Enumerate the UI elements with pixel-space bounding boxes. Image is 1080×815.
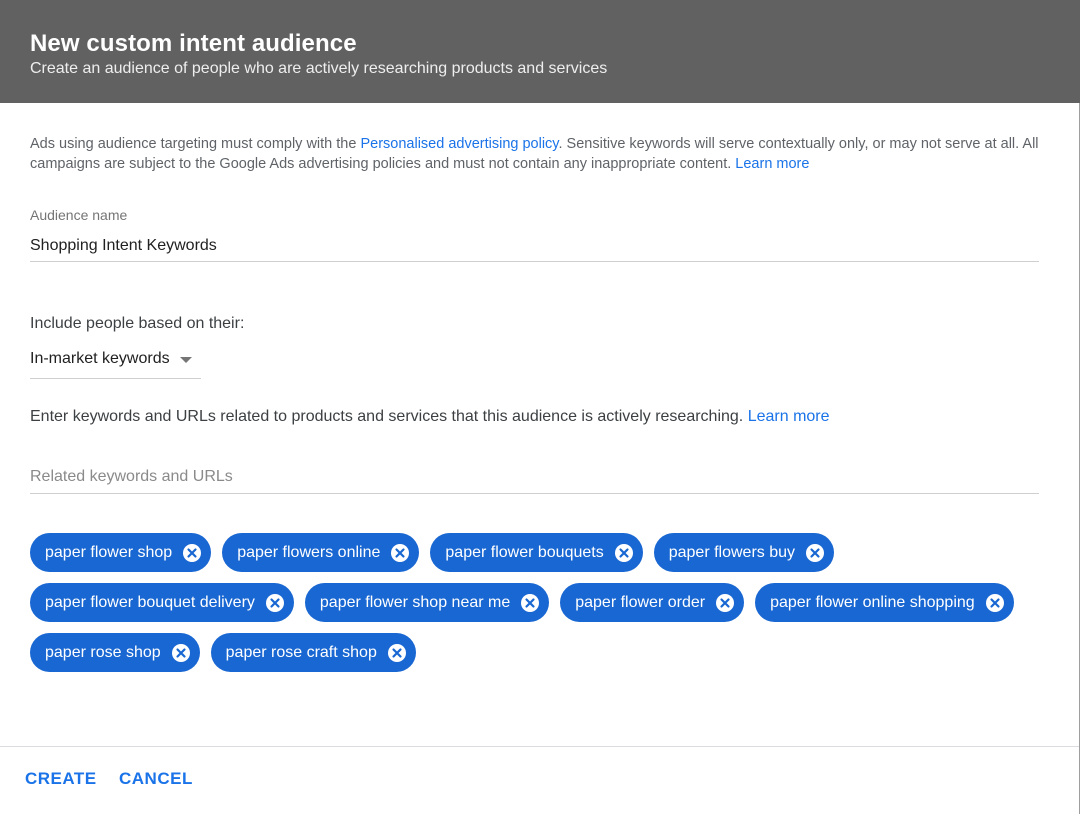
keyword-chip-label: paper flowers buy <box>668 543 796 561</box>
keyword-chip-label: paper flower shop <box>45 543 173 561</box>
keyword-chip[interactable]: paper flower shop near me <box>304 583 550 622</box>
keyword-chip-label: paper rose craft shop <box>225 643 377 661</box>
keyword-chip-label: paper flower shop near me <box>319 593 511 611</box>
include-type-selected: In-market keywords <box>30 350 170 367</box>
keyword-chip[interactable]: paper rose craft shop <box>210 633 416 672</box>
close-circle-icon[interactable] <box>390 543 410 563</box>
keywords-description-text: Enter keywords and URLs related to produ… <box>30 408 748 425</box>
close-circle-icon[interactable] <box>171 643 191 663</box>
audience-name-input[interactable] <box>30 231 1039 262</box>
keyword-chip[interactable]: paper rose shop <box>30 633 200 672</box>
keyword-chip-label: paper rose shop <box>45 643 161 661</box>
dialog-title: New custom intent audience <box>30 30 357 57</box>
policy-text-before: Ads using audience targeting must comply… <box>30 136 361 152</box>
keyword-chip[interactable]: paper flower order <box>560 583 745 622</box>
keyword-chip-label: paper flowers online <box>237 543 381 561</box>
close-circle-icon[interactable] <box>715 593 735 613</box>
include-based-on-label: Include people based on their: <box>30 315 245 332</box>
close-circle-icon[interactable] <box>805 543 825 563</box>
dialog-footer: CREATE CANCEL <box>0 746 1080 815</box>
dialog-header: New custom intent audience Create an aud… <box>0 0 1080 103</box>
keywords-input[interactable] <box>30 461 1039 494</box>
dialog-subtitle: Create an audience of people who are act… <box>30 60 608 77</box>
close-circle-icon[interactable] <box>614 543 634 563</box>
keyword-chip[interactable]: paper flower shop <box>30 533 212 572</box>
keyword-chip[interactable]: paper flower bouquets <box>430 533 643 572</box>
dialog-body: Ads using audience targeting must comply… <box>0 103 1080 746</box>
include-type-dropdown[interactable]: In-market keywords <box>30 345 201 379</box>
policy-learn-more-link[interactable]: Learn more <box>735 156 809 172</box>
close-circle-icon[interactable] <box>387 643 407 663</box>
keyword-chip[interactable]: paper flowers buy <box>653 533 835 572</box>
personalised-advertising-policy-link[interactable]: Personalised advertising policy <box>360 136 558 152</box>
keyword-chip-label: paper flower bouquet delivery <box>45 593 255 611</box>
caret-down-icon <box>180 357 192 363</box>
audience-name-label: Audience name <box>30 207 128 223</box>
close-circle-icon[interactable] <box>520 593 540 613</box>
cancel-button[interactable]: CANCEL <box>119 769 193 789</box>
close-circle-icon[interactable] <box>182 543 202 563</box>
policy-notice: Ads using audience targeting must comply… <box>30 134 1040 174</box>
keyword-chip[interactable]: paper flower bouquet delivery <box>30 583 294 622</box>
create-button[interactable]: CREATE <box>25 769 97 789</box>
keyword-chip-label: paper flower online shopping <box>770 593 975 611</box>
keyword-chip-label: paper flower order <box>575 593 706 611</box>
keyword-chip-label: paper flower bouquets <box>445 543 604 561</box>
keyword-chips: paper flower shop paper flowers online pap… <box>30 533 1050 672</box>
close-circle-icon[interactable] <box>265 593 285 613</box>
keywords-description: Enter keywords and URLs related to produ… <box>30 408 830 426</box>
keywords-learn-more-link[interactable]: Learn more <box>748 408 830 425</box>
keyword-chip[interactable]: paper flower online shopping <box>755 583 1014 622</box>
close-circle-icon[interactable] <box>985 593 1005 613</box>
keyword-chip[interactable]: paper flowers online <box>222 533 420 572</box>
